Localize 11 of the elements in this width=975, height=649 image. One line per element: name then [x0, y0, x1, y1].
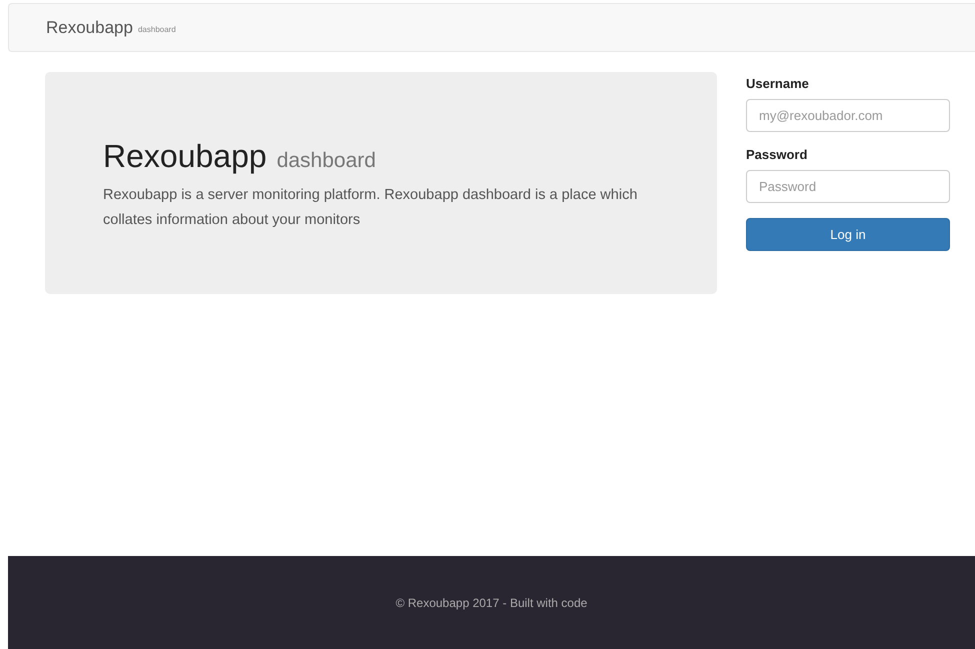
- field-label: Username: [746, 76, 810, 91]
- brand-subtitle: dashboard: [138, 25, 176, 34]
- hero-subtitle: dashboard: [276, 149, 376, 173]
- footer-text: © Rexoubapp 2017 - Built with code: [396, 596, 588, 610]
- input-field[interactable]: my@rexoubador.com: [746, 99, 950, 132]
- hero-description: Rexoubapp is a server monitoring platform. Rexoubapp dashboard is a place which collates information about your monitors: [103, 186, 638, 230]
- login-button[interactable]: Log in: [746, 218, 950, 251]
- brand-name[interactable]: Rexoubapp: [46, 18, 133, 38]
- field-label: Password: [746, 147, 808, 162]
- hero-title: Rexoubapp: [103, 138, 267, 175]
- input-field[interactable]: Password: [746, 170, 950, 203]
